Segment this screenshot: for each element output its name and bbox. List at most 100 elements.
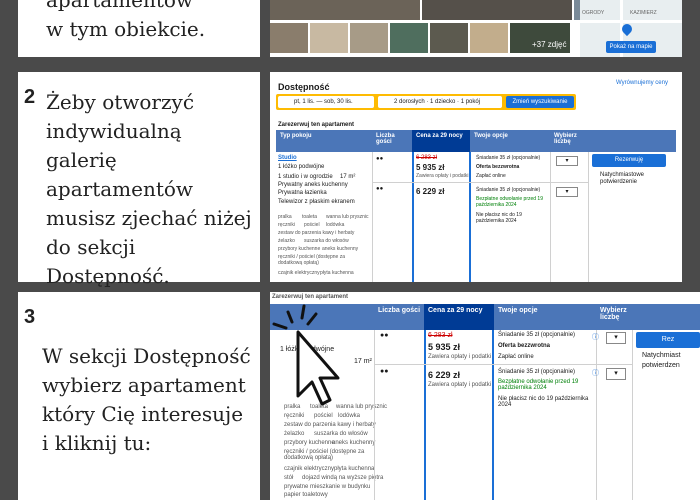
amenity: ręczniki / pościel (dostępne za dodatkow… [284, 449, 365, 461]
guests-icon: ●● [376, 156, 384, 162]
reserve-heading: Zarezerwuj ten apartament [272, 294, 349, 300]
amenity: lodówka [326, 222, 345, 228]
feature: Telewizor z płaskim ekranem [278, 199, 355, 205]
confirm-note: potwierdzen [642, 362, 680, 369]
amenity: papier toaletowy [284, 492, 328, 498]
amenity: przybory kuchenne [284, 440, 335, 446]
map-road [580, 20, 682, 23]
price-1: 5 935 zł [416, 163, 445, 172]
amenity: płyta kuchenna [334, 466, 375, 472]
step2-line: apartamentów [46, 177, 194, 201]
show-on-map-button[interactable]: Pokaż na mapie [606, 41, 656, 53]
amenity: suszarka do włosów [314, 431, 368, 437]
amenity: żelazko [284, 431, 305, 437]
option-item: Nie płacisz nic do 19 października 2024 [498, 396, 589, 408]
header-guests: Liczba gości [372, 130, 412, 152]
amenity: aneks kuchenny [322, 246, 359, 252]
photo-thumb[interactable] [422, 0, 572, 20]
option-item: Śniadanie 35 zł (opcjonalnie) [476, 187, 541, 193]
price-col-divider [424, 330, 426, 500]
bed-info: 1 łóżko podwójne [278, 164, 325, 170]
step3-line: który Cię interesuje [42, 402, 244, 426]
room-select[interactable]: ▾ [556, 156, 578, 166]
amenity: ręczniki / pościel (dostępne za dodatkow… [278, 254, 345, 266]
amenity: prywatne mieszkanie w budynku [284, 484, 371, 490]
step3-line: W sekcji Dostępność [42, 344, 251, 368]
option-item: Śniadanie 35 zł (opcjonalnie) [498, 332, 576, 338]
option-item: Śniadanie 35 zł (opcjonalnie) [476, 155, 541, 161]
old-price: 6 283 zł [428, 332, 453, 339]
step3-line: wybierz apartament [42, 373, 246, 397]
step3-number: 3 [24, 306, 36, 328]
header-select: Wybierz liczbę [596, 304, 632, 330]
room-select[interactable]: ▾ [556, 187, 578, 197]
price-col-divider [412, 152, 414, 282]
amenity: zestaw do parzenia kawy i herbaty [284, 422, 376, 428]
guests-field[interactable]: 2 dorosłych · 1 dziecko · 1 pokój [378, 96, 502, 108]
confirm-note: Natychmiastowe [600, 172, 645, 178]
price-2: 6 229 zł [416, 187, 445, 196]
col-divider [596, 330, 597, 500]
step3-line: i kliknij tu: [42, 431, 152, 455]
step3-text-panel: 3 W sekcji Dostępność wybierz apartament… [18, 292, 260, 500]
price-col-divider [469, 152, 471, 282]
header-select: Wybierz liczbę [550, 130, 588, 152]
step1-line: w tym obiekcie. [46, 17, 206, 41]
feature: 1 studio i w ogrodzie [278, 174, 333, 180]
amenity: wanna lub prysznic [336, 404, 388, 410]
photo-thumb[interactable] [270, 23, 308, 53]
reserve-button[interactable]: Rez [636, 332, 700, 348]
room-name-link[interactable]: Studio [278, 155, 297, 161]
row-divider [372, 182, 588, 183]
step2-line: musisz zjechać niżej [46, 206, 252, 230]
area-info: 17 m² [354, 358, 372, 365]
header-blank [632, 304, 700, 330]
photo-thumb[interactable] [310, 23, 348, 53]
room-select[interactable]: ▾ [606, 332, 626, 344]
option-item: Nie płacisz nic do 19 października 2024 [476, 212, 522, 224]
amenity: dojazd windą na wyższe piętra [302, 475, 384, 481]
photo-thumb[interactable] [430, 23, 468, 53]
availability-title: Dostępność [278, 82, 330, 92]
change-search-button[interactable]: Zmień wyszukiwanie [506, 96, 574, 108]
amenity: ręczniki [278, 222, 295, 228]
option-item: Bezpłatne odwołanie przed 19 październik… [498, 379, 579, 391]
amenity: pościel [304, 222, 320, 228]
price-1: 5 935 zł [428, 342, 461, 352]
photo-thumb[interactable] [470, 23, 508, 53]
price-col-divider [492, 330, 494, 500]
step2-line: do sekcji [46, 235, 136, 259]
amenity: przybory kuchenne [278, 246, 321, 252]
col-divider [550, 152, 551, 282]
col-divider [588, 152, 589, 282]
date-field[interactable]: pt, 1 lis. — sob, 30 lis. [278, 96, 374, 108]
price-match-link[interactable]: Wyrównujemy ceny [616, 80, 668, 86]
confirm-note: Natychmiast [642, 352, 681, 359]
map-label: OGRODY [582, 10, 605, 16]
guests-icon: ●● [380, 368, 389, 375]
confirm-note: potwierdzenie [600, 179, 638, 185]
amenity: czajnik elektryczny [278, 270, 320, 276]
amenity: płyta kuchenna [320, 270, 354, 276]
step3-text: W sekcji Dostępność wybierz apartament k… [42, 342, 258, 458]
info-icon: ⓘ [592, 334, 599, 341]
amenity: stół [284, 475, 294, 481]
header-room-type: Typ pokoju [276, 130, 372, 152]
photo-count[interactable]: +37 zdjęć [532, 40, 566, 49]
col-divider [372, 152, 373, 282]
guests-icon: ●● [380, 332, 389, 339]
room-select[interactable]: ▾ [606, 368, 626, 380]
availability-widget: Dostępność Wyrównujemy ceny pt, 1 lis. —… [270, 72, 682, 282]
photo-thumb[interactable] [390, 23, 428, 53]
col-divider [374, 330, 375, 500]
step1-text-panel: apartamentów w tym obiekcie. [18, 0, 260, 57]
step2-line: Dostępność. [46, 264, 170, 288]
header-guests: Liczba gości [374, 304, 424, 330]
photo-thumb[interactable] [350, 23, 388, 53]
photo-thumb[interactable] [270, 0, 420, 20]
option-item: Bezpłatne odwołanie przed 19 październik… [476, 196, 543, 208]
reserve-button[interactable]: Rezerwuję [592, 154, 666, 167]
row-divider [374, 364, 632, 365]
old-price: 6 283 zł [416, 155, 438, 161]
reserve-heading: Zarezerwuj ten apartament [278, 122, 355, 128]
